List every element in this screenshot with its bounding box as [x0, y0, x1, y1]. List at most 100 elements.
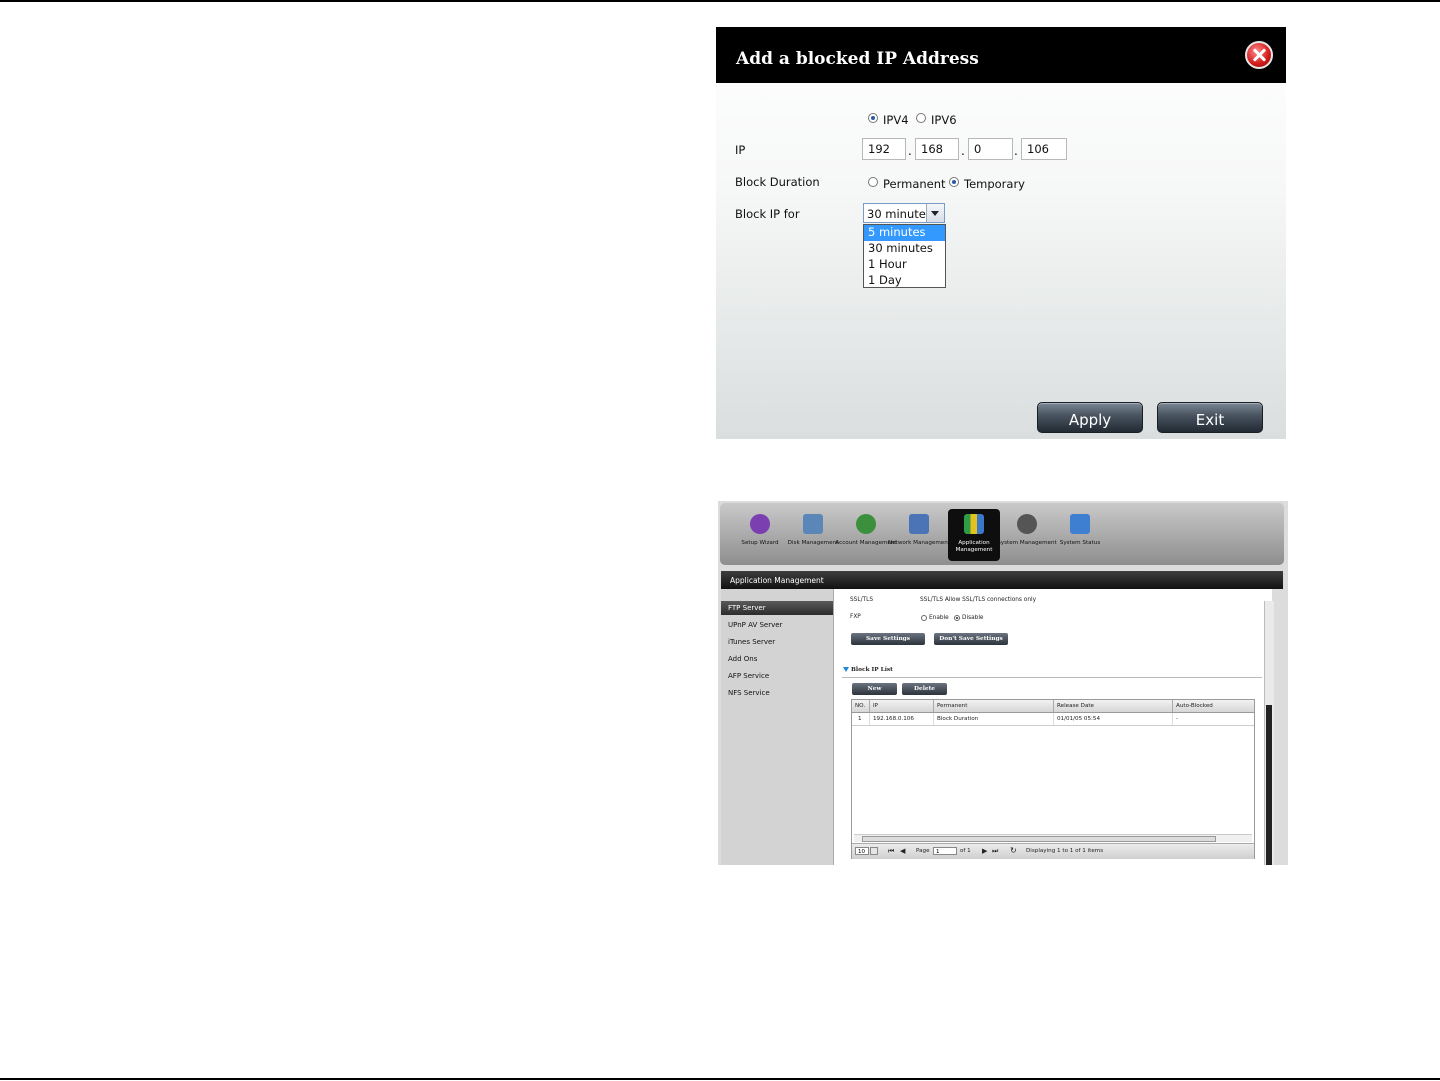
sidebar-item-add-ons[interactable]: Add Ons [721, 652, 833, 666]
fxp-disable-radio[interactable] [954, 615, 960, 621]
system-icon [1017, 514, 1037, 534]
ip-separator: . [908, 144, 912, 158]
fxp-disable-label: Disable [962, 615, 984, 621]
sidebar-item-ftp-server[interactable]: FTP Server [721, 601, 833, 615]
save-settings-button[interactable]: Save Settings [851, 633, 925, 645]
close-icon[interactable] [1245, 41, 1273, 69]
next-page-icon[interactable]: ▶ [982, 847, 987, 855]
column-ip[interactable]: IP [870, 700, 934, 712]
disk-icon [803, 514, 823, 534]
exit-button[interactable]: Exit [1157, 402, 1263, 433]
top-rule [0, 0, 1440, 2]
sidebar-item-upnp-av-server[interactable]: UPnP AV Server [721, 618, 833, 632]
table-header: NO. IP Permanent Release Date Auto-Block… [852, 700, 1254, 713]
chevron-down-icon[interactable] [870, 847, 878, 855]
last-page-icon[interactable]: ⏭ [992, 847, 998, 856]
ip-octet-2-input[interactable]: 168 [915, 138, 959, 160]
ip-separator: . [961, 144, 965, 158]
sidebar-item-itunes-server[interactable]: iTunes Server [721, 635, 833, 649]
dialog-title: Add a blocked IP Address [736, 49, 979, 69]
delete-button[interactable]: Delete [902, 683, 947, 695]
table-pager: 10 ⏮ ◀ Page 1 of 1 ▶ ⏭ ↻ Displaying 1 to… [852, 843, 1254, 859]
horizontal-scrollbar[interactable] [854, 834, 1252, 842]
network-icon [909, 514, 929, 534]
fxp-enable-radio[interactable] [921, 615, 927, 621]
toolbar-label: System Status [1059, 540, 1101, 546]
block-ip-table: NO. IP Permanent Release Date Auto-Block… [851, 699, 1255, 859]
toolbar-network-management[interactable]: Network Management [888, 509, 950, 561]
ipv6-label: IPV6 [931, 113, 957, 127]
toolbar-account-management[interactable]: Account Management [835, 509, 897, 561]
toolbar-application-management[interactable]: Application Management [948, 509, 1000, 561]
toolbar-setup-wizard[interactable]: Setup Wizard [734, 509, 786, 561]
new-button[interactable]: New [852, 683, 897, 695]
chevron-down-icon[interactable] [926, 204, 944, 222]
fxp-label: FXP [850, 614, 861, 620]
block-duration-label: Block Duration [735, 175, 820, 189]
block-ip-for-dropdown: 5 minutes 30 minutes 1 Hour 1 Day [863, 224, 946, 288]
ipv4-radio[interactable] [868, 113, 878, 123]
block-ip-for-value: 30 minutes [867, 207, 932, 221]
vertical-scrollbar-thumb[interactable] [1266, 705, 1272, 865]
ip-label: IP [735, 143, 746, 157]
ssl-label: SSL/TLS [850, 597, 873, 603]
cell-ip: 192.168.0.106 [870, 713, 934, 725]
account-icon [856, 514, 876, 534]
sidebar: FTP Server UPnP AV Server iTunes Server … [721, 589, 834, 865]
bottom-rule [0, 1078, 1440, 1080]
toolbar-system-management[interactable]: System Management [997, 509, 1057, 561]
block-ip-for-label: Block IP for [735, 207, 800, 221]
section-title: Application Management [730, 576, 824, 585]
sidebar-item-nfs-service[interactable]: NFS Service [721, 686, 833, 700]
cell-auto-blocked: - [1176, 716, 1179, 722]
block-ip-list-title: Block IP List [851, 667, 893, 673]
dropdown-option-1-day[interactable]: 1 Day [864, 273, 945, 289]
section-header: Application Management [721, 571, 1283, 589]
column-release-date[interactable]: Release Date [1054, 700, 1173, 712]
section-divider [842, 677, 1262, 678]
block-ip-for-select[interactable]: 30 minutes [863, 203, 945, 223]
refresh-icon[interactable]: ↻ [1010, 846, 1017, 855]
toolbar-system-status[interactable]: System Status [1054, 509, 1106, 561]
dropdown-option-1-hour[interactable]: 1 Hour [864, 257, 945, 273]
ip-octet-1-input[interactable]: 192 [862, 138, 906, 160]
column-auto-blocked[interactable]: Auto-Blocked [1173, 700, 1254, 712]
cell-no: 1 [852, 713, 870, 725]
pager-status: Displaying 1 to 1 of 1 items [1026, 848, 1104, 854]
ssl-option-text[interactable]: SSL/TLS Allow SSL/TLS connections only [920, 597, 1036, 603]
temporary-radio[interactable] [949, 177, 959, 187]
dialog-titlebar: Add a blocked IP Address [716, 27, 1286, 83]
permanent-label: Permanent [883, 177, 946, 191]
dropdown-option-5-minutes[interactable]: 5 minutes [864, 225, 945, 241]
application-icon [964, 514, 984, 534]
toolbar-disk-management[interactable]: Disk Management [787, 509, 839, 561]
vertical-scrollbar[interactable] [1264, 601, 1274, 865]
ip-octet-4-input[interactable]: 106 [1021, 138, 1067, 160]
table-row[interactable]: 1 192.168.0.106 Block Duration 01/01/05 … [852, 713, 1254, 726]
expand-triangle-icon[interactable] [843, 667, 849, 672]
dropdown-option-30-minutes[interactable]: 30 minutes [864, 241, 945, 257]
column-no[interactable]: NO. [852, 700, 870, 712]
dont-save-settings-button[interactable]: Don't Save Settings [934, 633, 1008, 645]
ip-separator: . [1014, 144, 1018, 158]
page-input[interactable]: 1 [933, 847, 957, 855]
temporary-label: Temporary [964, 177, 1025, 191]
sidebar-item-afp-service[interactable]: AFP Service [721, 669, 833, 683]
ipv6-radio[interactable] [916, 113, 926, 123]
ip-octet-3-input[interactable]: 0 [968, 138, 1013, 160]
prev-page-icon[interactable]: ◀ [900, 847, 905, 855]
cell-release-date: 01/01/05 05:54 [1054, 713, 1173, 725]
ipv4-label: IPV4 [883, 113, 909, 127]
per-page-select[interactable]: 10 [855, 847, 869, 855]
application-management-window: Setup Wizard Disk Management Account Man… [718, 501, 1288, 865]
horizontal-scrollbar-thumb[interactable] [862, 836, 1216, 842]
fxp-enable-label: Enable [929, 615, 949, 621]
page-label: Page [916, 848, 930, 854]
wizard-icon [750, 514, 770, 534]
column-permanent[interactable]: Permanent [934, 700, 1054, 712]
apply-button[interactable]: Apply [1037, 402, 1143, 433]
first-page-icon[interactable]: ⏮ [888, 847, 894, 856]
permanent-radio[interactable] [868, 177, 878, 187]
info-icon [1070, 514, 1090, 534]
page-of-label: of 1 [960, 848, 971, 854]
